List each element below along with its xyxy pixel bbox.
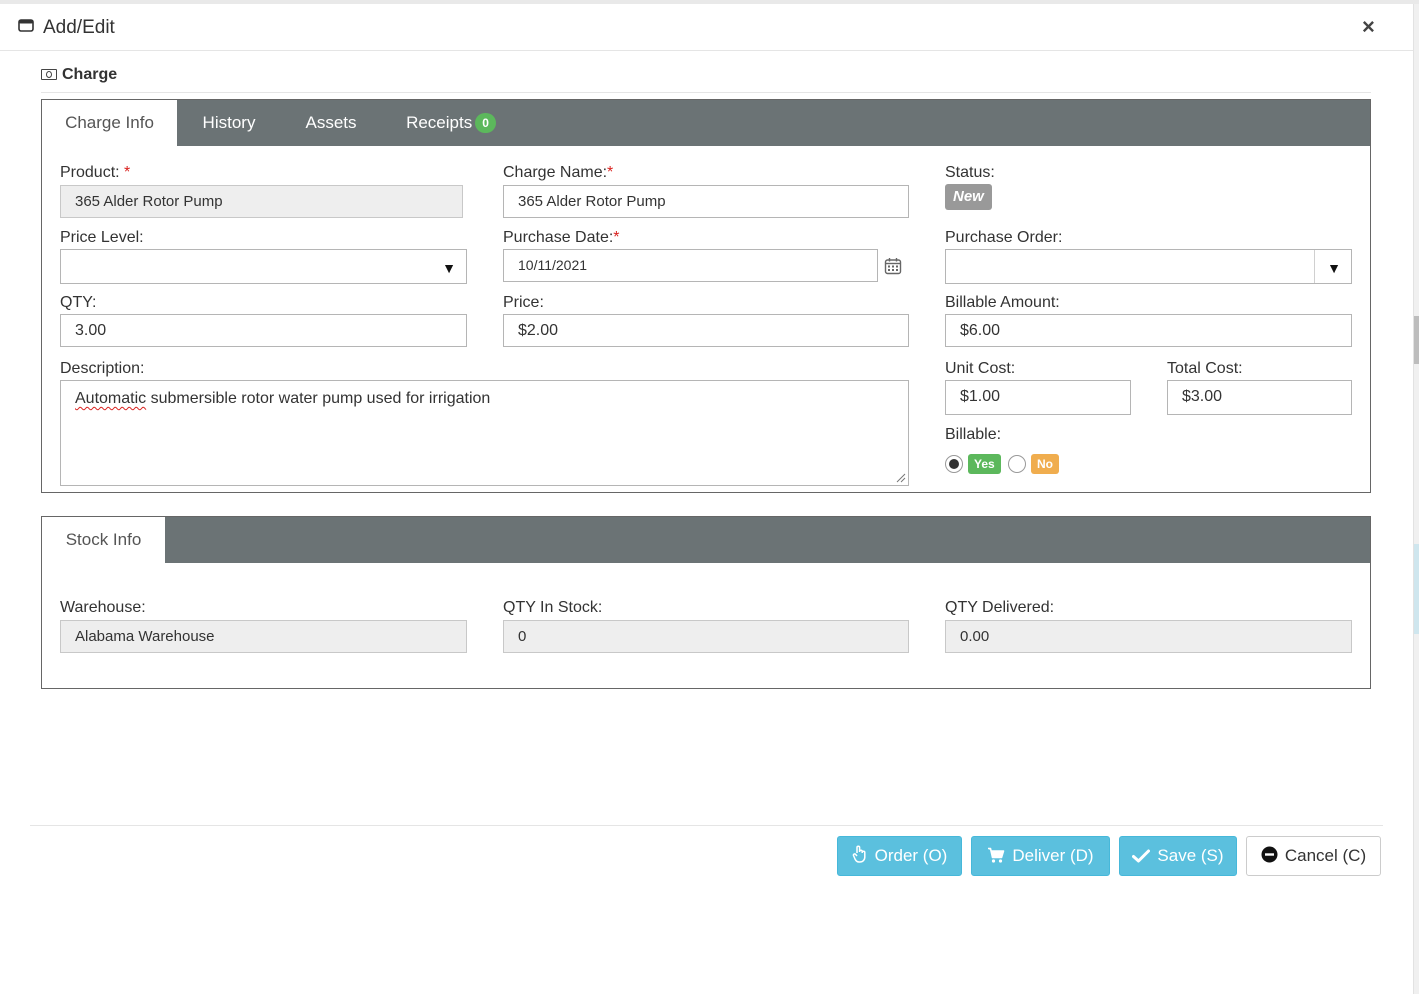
- misspelled-word: Automatic: [75, 390, 147, 407]
- tab-label: Stock Info: [65, 530, 142, 549]
- order-button-label: Order (O): [874, 846, 948, 865]
- receipts-count-badge: 0: [475, 113, 496, 133]
- page-scrollbar[interactable]: [1413, 4, 1419, 994]
- window-icon: [18, 19, 34, 32]
- price-level-label: Price Level:: [60, 229, 144, 246]
- money-icon: [41, 69, 57, 80]
- save-button[interactable]: Save (S): [1119, 836, 1237, 876]
- description-textarea[interactable]: Automatic submersible rotor water pump u…: [60, 380, 909, 486]
- qty-delivered-label: QTY Delivered:: [945, 599, 1055, 616]
- tab-assets[interactable]: Assets: [281, 100, 381, 146]
- total-cost-input[interactable]: $3.00: [1167, 380, 1352, 415]
- section-title: Charge: [41, 66, 117, 84]
- modal-header: Add/Edit ×: [0, 4, 1413, 51]
- price-input[interactable]: $2.00: [503, 314, 909, 347]
- tab-history[interactable]: History: [177, 100, 281, 146]
- price-level-select[interactable]: ▼: [60, 249, 467, 284]
- warehouse-field[interactable]: Alabama Warehouse: [60, 620, 467, 653]
- stock-panel: Stock Info Warehouse: Alabama Warehouse …: [41, 516, 1371, 689]
- deliver-button-label: Deliver (D): [1012, 846, 1094, 865]
- calendar-icon[interactable]: [884, 257, 902, 275]
- description-text: submersible rotor water pump used for ir…: [146, 390, 491, 407]
- unit-cost-label: Unit Cost:: [945, 360, 1016, 377]
- tab-label: Charge Info: [65, 113, 154, 132]
- tab-charge-info[interactable]: Charge Info: [42, 100, 177, 146]
- purchase-order-label: Purchase Order:: [945, 229, 1063, 246]
- divider: [41, 92, 1371, 93]
- qty-in-stock-field[interactable]: 0: [503, 620, 909, 653]
- billable-label: Billable:: [945, 426, 1002, 443]
- checkmark-icon: [1132, 849, 1151, 863]
- minus-circle-icon: [1261, 846, 1278, 863]
- tab-label: History: [202, 113, 256, 132]
- hand-pointer-icon: [852, 845, 866, 863]
- warehouse-label: Warehouse:: [60, 599, 146, 616]
- product-field[interactable]: 365 Alder Rotor Pump: [60, 185, 463, 218]
- chevron-down-icon: ▼: [1327, 260, 1341, 276]
- section-title-label: Charge: [62, 66, 118, 83]
- tab-label: Assets: [305, 113, 357, 132]
- billable-no-badge: No: [1031, 454, 1059, 474]
- charge-name-label-text: Charge Name:: [503, 164, 608, 181]
- qty-label: QTY:: [60, 294, 97, 311]
- billable-yes-badge: Yes: [968, 454, 1001, 474]
- billable-no-radio[interactable]: [1008, 455, 1026, 473]
- close-icon[interactable]: ×: [1362, 16, 1375, 38]
- tab-stock-info[interactable]: Stock Info: [42, 517, 165, 563]
- modal-title: Add/Edit: [43, 17, 115, 38]
- shopping-cart-icon: [988, 847, 1005, 863]
- resize-handle-icon[interactable]: [896, 473, 906, 483]
- qty-in-stock-label: QTY In Stock:: [503, 599, 603, 616]
- billable-yes-radio[interactable]: [945, 455, 963, 473]
- status-badge: New: [945, 184, 992, 210]
- tab-receipts[interactable]: Receipts 0: [381, 100, 521, 146]
- chevron-down-icon: ▼: [442, 260, 456, 276]
- required-marker: *: [607, 164, 614, 181]
- purchase-date-label: Purchase Date:*: [503, 229, 620, 247]
- stock-tab-bar: Stock Info: [42, 517, 1370, 563]
- billable-amount-input[interactable]: $6.00: [945, 314, 1352, 347]
- charge-name-input[interactable]: 365 Alder Rotor Pump: [503, 185, 909, 218]
- deliver-button[interactable]: Deliver (D): [971, 836, 1110, 876]
- status-label: Status:: [945, 164, 995, 181]
- product-label-text: Product:: [60, 164, 120, 181]
- qty-delivered-field[interactable]: 0.00: [945, 620, 1352, 653]
- purchase-order-select[interactable]: ▼: [945, 249, 1352, 284]
- charge-panel: Charge Info History Assets Receipts 0 Pro…: [41, 99, 1371, 493]
- total-cost-label: Total Cost:: [1167, 360, 1243, 377]
- tab-label: Receipts: [406, 113, 473, 132]
- cancel-button[interactable]: Cancel (C): [1246, 836, 1381, 876]
- purchase-date-input[interactable]: 10/11/2021: [503, 249, 878, 282]
- scrollbar-track-highlight: [1414, 544, 1419, 634]
- order-button[interactable]: Order (O): [837, 836, 962, 876]
- scrollbar-thumb[interactable]: [1414, 316, 1419, 364]
- unit-cost-input[interactable]: $1.00: [945, 380, 1131, 415]
- required-marker: *: [613, 229, 620, 246]
- tab-bar: Charge Info History Assets Receipts 0: [42, 100, 1370, 146]
- purchase-date-label-text: Purchase Date:: [503, 229, 614, 246]
- qty-input[interactable]: 3.00: [60, 314, 467, 347]
- description-label: Description:: [60, 360, 145, 377]
- billable-amount-label: Billable Amount:: [945, 294, 1060, 311]
- charge-name-label: Charge Name:*: [503, 164, 613, 182]
- required-marker: *: [124, 164, 131, 181]
- cancel-button-label: Cancel (C): [1284, 846, 1367, 865]
- product-label: Product: *: [60, 164, 130, 182]
- save-button-label: Save (S): [1157, 846, 1224, 865]
- price-label: Price:: [503, 294, 544, 311]
- footer-divider: [30, 825, 1383, 826]
